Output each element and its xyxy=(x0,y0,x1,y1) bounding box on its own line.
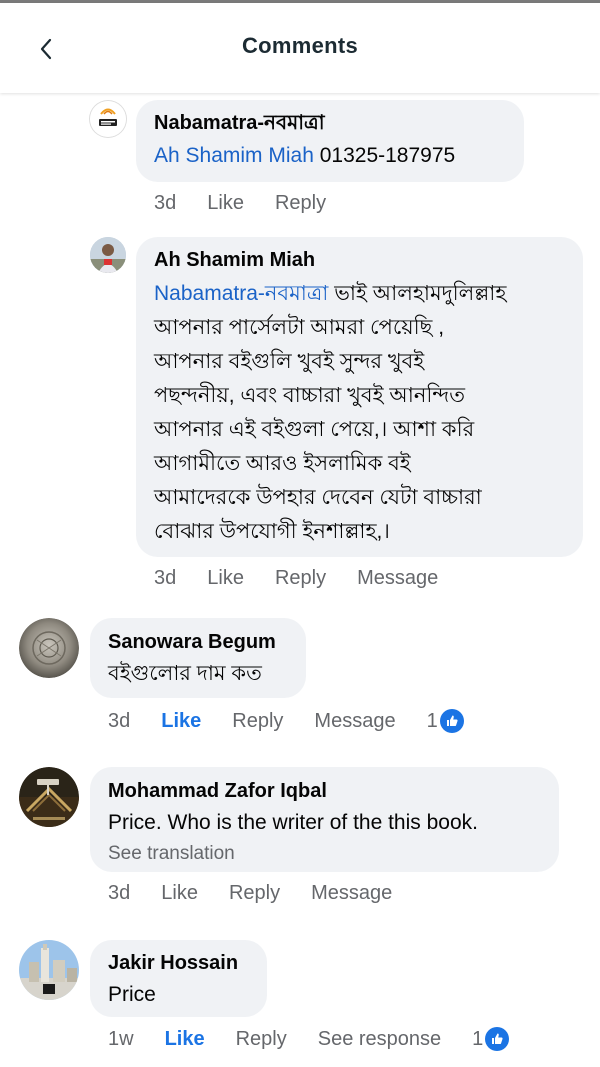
comment-actions: 3d Like Reply Message xyxy=(108,882,423,905)
user-photo-icon xyxy=(19,767,79,827)
comment-text: Nabamatra-নবমাত্রা ভাই আলহামদুলিল্লাহ আপ… xyxy=(154,277,565,549)
comment-line: ভাই আলহামদুলিল্লাহ xyxy=(328,282,507,305)
thumbs-up-icon xyxy=(485,1027,510,1051)
commenter-name[interactable]: Nabamatra-নবমাত্রা xyxy=(154,110,506,136)
reply-button[interactable]: Reply xyxy=(236,1028,287,1051)
comment-bubble: Sanowara Begum বইগুলোর দাম কত xyxy=(90,618,306,698)
user-photo-icon xyxy=(19,940,79,1000)
comment-text: Price. Who is the writer of the this boo… xyxy=(108,811,478,834)
reply-button[interactable]: Reply xyxy=(232,710,283,733)
comment-bubble: Ah Shamim Miah Nabamatra-নবমাত্রা ভাই আল… xyxy=(136,237,583,557)
comment-bubble: Nabamatra-নবমাত্রা Ah Shamim Miah 01325-… xyxy=(136,100,524,182)
reply-button[interactable]: Reply xyxy=(229,882,280,905)
message-button[interactable]: Message xyxy=(314,710,395,733)
message-button[interactable]: Message xyxy=(311,882,392,905)
comment-actions: 1w Like Reply See response 1 xyxy=(108,1027,540,1051)
avatar[interactable] xyxy=(19,767,79,827)
page-title: Comments xyxy=(241,33,359,58)
timestamp: 3d xyxy=(108,882,131,904)
reaction-number: 1 xyxy=(426,709,438,732)
comments-header: Comments xyxy=(0,3,600,93)
comment-line: আপনার বইগুলি খুবই সুন্দর খুবই xyxy=(154,350,425,373)
comment-line: আপনার এই বইগুলা পেয়ে,। আশা করি xyxy=(154,418,475,441)
mention-link[interactable]: Ah Shamim Miah xyxy=(154,144,314,167)
comment-line: আগামীতে আরও ইসলামিক বই xyxy=(154,452,411,475)
commenter-name[interactable]: Jakir Hossain xyxy=(108,950,249,976)
mention-link[interactable]: Nabamatra-নবমাত্রা xyxy=(154,282,328,305)
user-photo-icon xyxy=(90,237,126,273)
comment-line: আপনার পার্সেলটা আমরা পেয়েছি , xyxy=(154,316,445,339)
message-button[interactable]: Message xyxy=(357,567,438,590)
reaction-count[interactable]: 1 xyxy=(427,709,495,733)
see-response-button[interactable]: See response xyxy=(318,1028,441,1051)
comment-actions: 3d Like Reply Message xyxy=(154,567,469,590)
like-button[interactable]: Like xyxy=(165,1028,205,1051)
timestamp: 3d xyxy=(154,567,177,589)
comment-text-body: 01325-187975 xyxy=(313,144,456,167)
thumbs-up-icon xyxy=(439,709,464,733)
comment-bubble: Mohammad Zafor Iqbal Price. Who is the w… xyxy=(90,767,559,872)
user-photo-icon xyxy=(19,618,79,678)
avatar[interactable] xyxy=(90,237,126,273)
avatar[interactable] xyxy=(90,101,126,137)
comment-line: বোঝার উপযোগী ইনশাল্লাহ,। xyxy=(154,520,390,543)
timestamp: 3d xyxy=(108,709,131,732)
commenter-name[interactable]: Mohammad Zafor Iqbal xyxy=(108,778,541,804)
timestamp: 1w xyxy=(108,1027,134,1050)
comment-text: Price xyxy=(108,983,156,1006)
reaction-number: 1 xyxy=(472,1027,484,1050)
like-button[interactable]: Like xyxy=(161,710,201,733)
nabamatra-logo-icon xyxy=(90,101,126,137)
commenter-name[interactable]: Sanowara Begum xyxy=(108,629,288,655)
comment-actions: 3d Like Reply xyxy=(154,192,357,215)
timestamp: 3d xyxy=(154,192,177,214)
see-translation-link[interactable]: See translation xyxy=(108,840,541,868)
commenter-name[interactable]: Ah Shamim Miah xyxy=(154,247,565,273)
comment-actions: 3d Like Reply Message 1 xyxy=(108,709,495,733)
like-button[interactable]: Like xyxy=(161,882,198,905)
reply-button[interactable]: Reply xyxy=(275,192,326,215)
like-button[interactable]: Like xyxy=(207,567,244,590)
like-button[interactable]: Like xyxy=(207,192,244,215)
comment-line: আমাদেরকে উপহার দেবেন যেটা বাচ্চারা xyxy=(154,486,482,509)
comment-text: বইগুলোর দাম কত xyxy=(108,662,262,685)
avatar[interactable] xyxy=(19,940,79,1000)
reaction-count[interactable]: 1 xyxy=(472,1027,540,1051)
comment-text: Ah Shamim Miah 01325-187975 xyxy=(154,139,506,173)
comment-line: পছন্দনীয়, এবং বাচ্চারা খুবই আনন্দিত xyxy=(154,384,466,407)
comment-bubble: Jakir Hossain Price xyxy=(90,940,267,1017)
avatar[interactable] xyxy=(19,618,79,678)
reply-button[interactable]: Reply xyxy=(275,567,326,590)
